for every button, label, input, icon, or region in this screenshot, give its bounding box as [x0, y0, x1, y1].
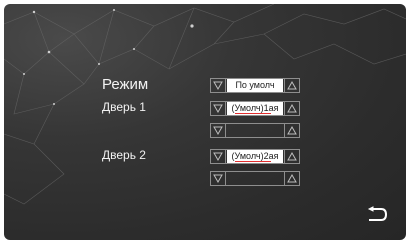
triangle-up-icon[interactable]: [284, 102, 299, 115]
mode-stepper[interactable]: По умолч: [210, 78, 300, 93]
door2-stepper[interactable]: (Умолч)2ая: [210, 149, 300, 164]
door1-label: Дверь 1: [102, 100, 146, 114]
triangle-down-icon[interactable]: [211, 102, 226, 115]
spellcheck-underline: [235, 113, 271, 114]
triangle-down-icon[interactable]: [211, 172, 226, 185]
mode-value: По умолч: [227, 79, 283, 92]
triangle-down-icon[interactable]: [211, 124, 226, 137]
triangle-up-icon[interactable]: [284, 150, 299, 163]
mode-label: Режим: [102, 76, 149, 93]
door2-extra-value: [227, 172, 283, 185]
door1-extra-value: [227, 124, 283, 137]
door1-extra-stepper[interactable]: [210, 123, 300, 138]
door2-extra-stepper[interactable]: [210, 171, 300, 186]
triangle-up-icon[interactable]: [284, 79, 299, 92]
triangle-up-icon[interactable]: [284, 124, 299, 137]
triangle-up-icon[interactable]: [284, 172, 299, 185]
door2-label: Дверь 2: [102, 148, 146, 162]
polygon-background: [4, 4, 406, 205]
return-arrow-icon[interactable]: [366, 206, 388, 224]
door1-stepper[interactable]: (Умолч)1ая: [210, 101, 300, 116]
spellcheck-underline: [235, 161, 271, 162]
triangle-down-icon[interactable]: [211, 79, 226, 92]
triangle-down-icon[interactable]: [211, 150, 226, 163]
settings-screen: Режим По умолч Дверь 1 (Умолч)1ая Дверь …: [4, 4, 406, 240]
